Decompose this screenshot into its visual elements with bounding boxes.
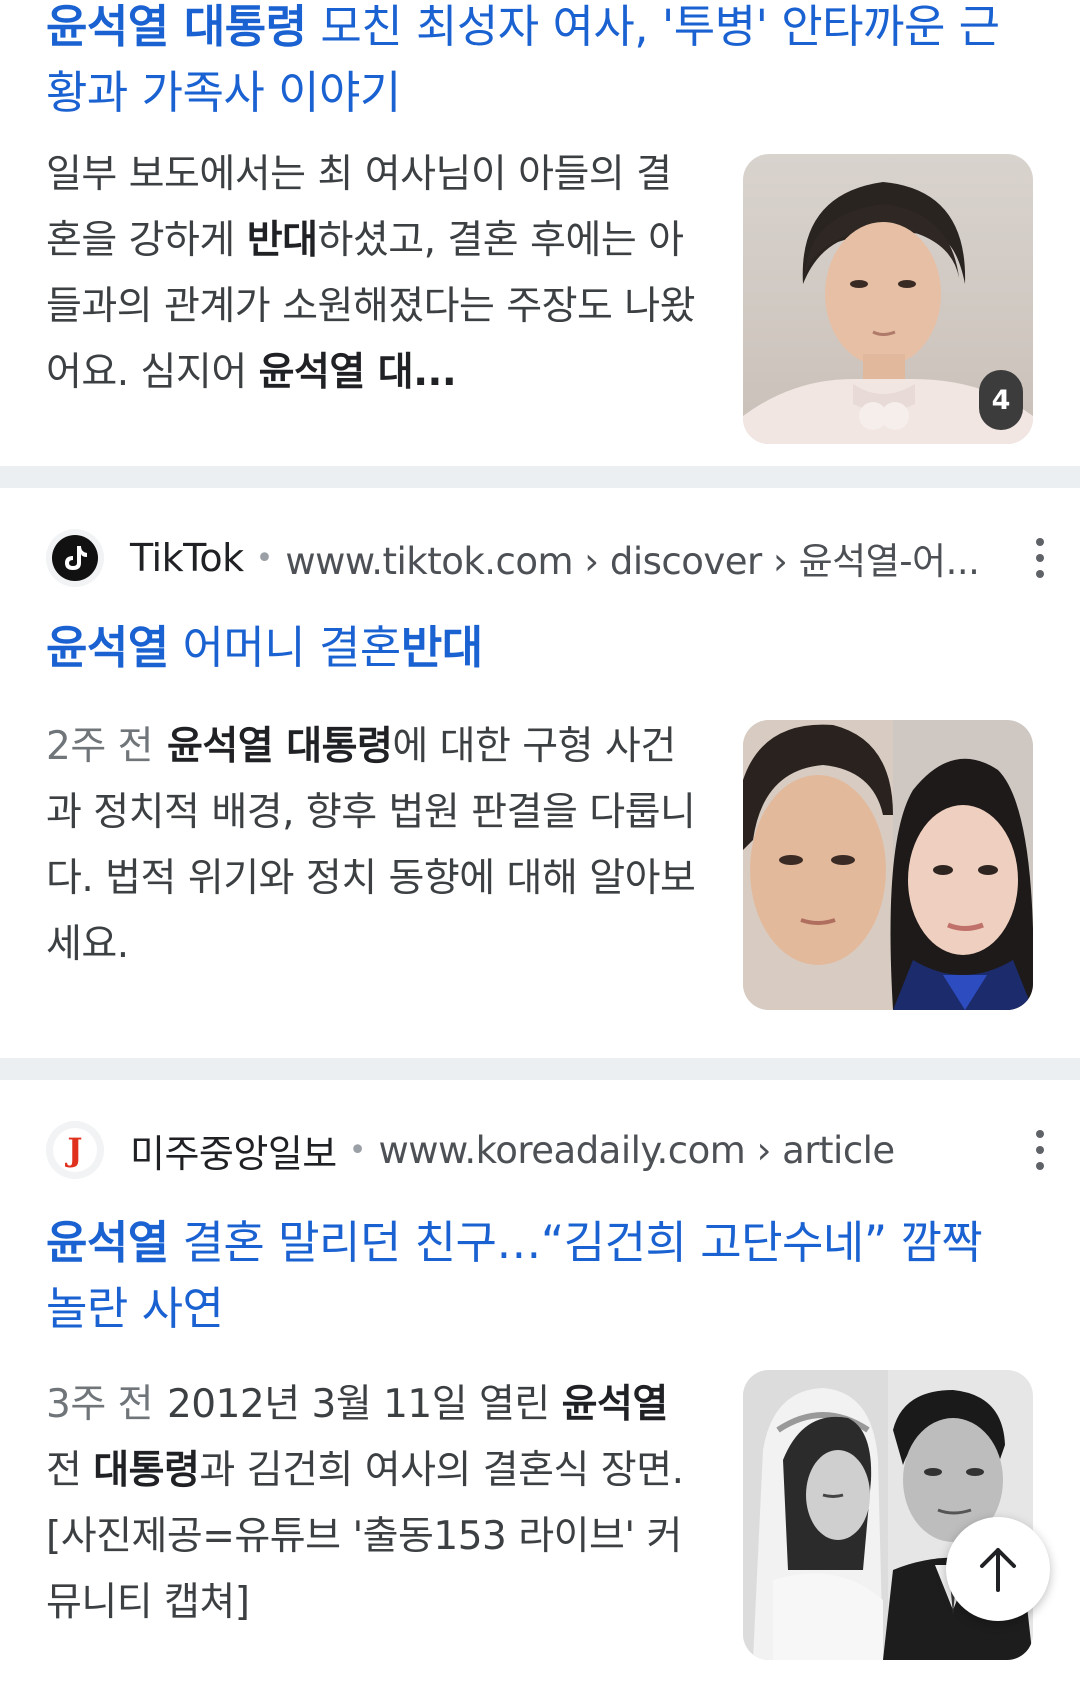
snippet-highlight: 윤석열 대 xyxy=(258,350,414,395)
result-divider xyxy=(0,1058,1080,1080)
result-snippet: 2주 전 윤석열 대통령에 대한 구형 사건과 정치적 배경, 향후 법원 판결을… xyxy=(46,714,696,978)
koreadaily-logo-icon: J xyxy=(46,1121,104,1179)
more-vert-icon[interactable] xyxy=(1030,538,1050,578)
snippet-highlight: 윤석열 대통령 xyxy=(166,724,393,769)
search-result-2: TikTok • www.tiktok.com › discover › 윤석열… xyxy=(0,488,1080,1058)
snippet-part: 전 xyxy=(46,1448,94,1493)
result-age: 2주 전 xyxy=(46,724,153,769)
search-result-1: 윤석열 대통령 모친 최성자 여사, '투병' 안타까운 근황과 가족사 이야기… xyxy=(0,0,1080,466)
separator-dot: • xyxy=(255,540,274,576)
two-faces-image xyxy=(743,720,1033,1010)
tiktok-logo-icon xyxy=(46,529,104,587)
snippet-highlight: 윤석열 xyxy=(561,1382,669,1427)
site-name: TikTok xyxy=(130,536,244,580)
result-snippet: 3주 전 2012년 3월 11일 열린 윤석열 전 대통령과 김건희 여사의 결… xyxy=(46,1372,696,1636)
result-title[interactable]: 윤석열 결혼 말리던 친구…“김건희 고단수네” 깜짝 놀란 사연 xyxy=(46,1210,1010,1342)
title-bold-part: 반대 xyxy=(400,621,483,674)
snippet-highlight: 반대 xyxy=(246,218,318,263)
result-divider xyxy=(0,466,1080,488)
result-age: 3주 전 xyxy=(46,1382,153,1427)
title-bold-part: 윤석열 xyxy=(46,621,169,674)
title-bold-part: 윤석열 대통령 xyxy=(46,0,307,53)
snippet-ellipsis: ... xyxy=(413,350,457,395)
result-source[interactable]: J 미주중앙일보 • www.koreadaily.com › article xyxy=(46,1120,1050,1180)
result-title[interactable]: 윤석열 대통령 모친 최성자 여사, '투병' 안타까운 근황과 가족사 이야기 xyxy=(46,0,1010,126)
result-title[interactable]: 윤석열 어머니 결혼반대 xyxy=(46,615,1010,681)
result-snippet: 일부 보도에서는 최 여사님이 아들의 결혼을 강하게 반대하셨고, 결혼 후에… xyxy=(46,142,696,406)
result-url: www.tiktok.com › discover › 윤석열-어... xyxy=(285,540,980,583)
result-source[interactable]: TikTok • www.tiktok.com › discover › 윤석열… xyxy=(46,528,1050,588)
snippet-highlight: 대통령 xyxy=(93,1448,200,1493)
snippet-part: 2012년 3월 11일 열린 xyxy=(166,1382,562,1427)
search-result-3: J 미주중앙일보 • www.koreadaily.com › article … xyxy=(0,1080,1080,1684)
result-url: www.koreadaily.com › article xyxy=(378,1128,895,1172)
scroll-to-top-button[interactable] xyxy=(946,1517,1050,1621)
separator-dot: • xyxy=(348,1132,367,1168)
title-bold-part: 윤석열 xyxy=(46,1216,169,1269)
title-part: 결혼 말리던 친구…“김건희 고단수네” 깜짝 놀란 사연 xyxy=(46,1216,983,1335)
title-part: 어머니 결혼 xyxy=(168,621,402,674)
result-thumbnail[interactable] xyxy=(743,720,1033,1010)
site-name: 미주중앙일보 xyxy=(130,1131,337,1176)
arrow-up-icon xyxy=(980,1548,1016,1592)
more-vert-icon[interactable] xyxy=(1030,1130,1050,1170)
image-count-badge: 4 xyxy=(979,370,1023,430)
result-thumbnail[interactable]: 4 xyxy=(743,154,1033,444)
